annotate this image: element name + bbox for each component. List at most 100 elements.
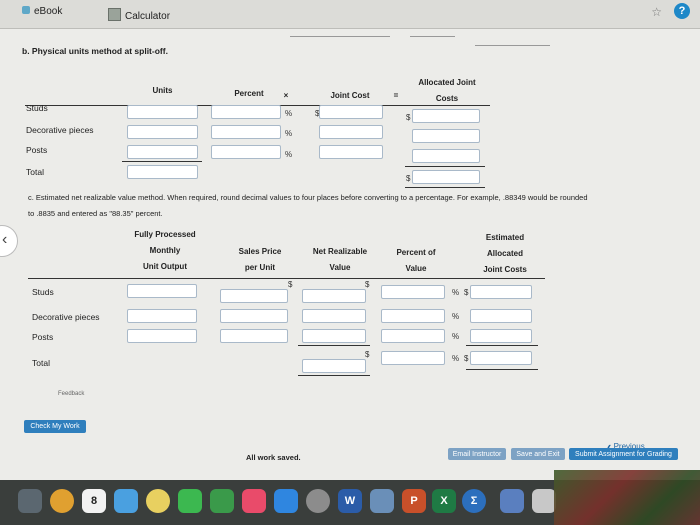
estimated-decorative-input[interactable] xyxy=(470,309,532,323)
joint-cost-decorative-input[interactable] xyxy=(319,125,383,139)
output-decorative-input[interactable] xyxy=(127,309,197,323)
nrv-posts-input[interactable] xyxy=(302,329,366,343)
browser-toolbar: eBook Calculator ☆ ? xyxy=(0,0,700,29)
powerpoint-letter: P xyxy=(410,495,418,507)
header-units: Units xyxy=(152,86,173,95)
allocated-total-double-underline xyxy=(405,187,485,188)
facetime-icon[interactable] xyxy=(210,489,234,513)
units-decorative-input[interactable] xyxy=(127,125,198,139)
nrv-subtotal-line xyxy=(298,345,370,346)
header-estimated-1: Estimated xyxy=(485,233,525,242)
header-percent-value-1: Percent of xyxy=(396,248,436,257)
pct-value-studs-input[interactable] xyxy=(381,285,445,299)
powerpoint-icon[interactable]: P xyxy=(402,489,426,513)
header-equals: = xyxy=(393,91,399,100)
dollar-symbol: $ xyxy=(464,288,469,297)
chrome-icon[interactable] xyxy=(50,489,74,513)
c-row-label-decorative: Decorative pieces xyxy=(32,312,100,322)
check-my-work-button[interactable]: Check My Work xyxy=(24,420,86,433)
price-posts-input[interactable] xyxy=(220,329,288,343)
calendar-icon[interactable]: 8 xyxy=(82,489,106,513)
sigma-symbol: Σ xyxy=(470,495,478,507)
percent-symbol: % xyxy=(452,312,460,321)
part-c-instruction-2: to .8835 and entered as "88.35" percent. xyxy=(28,209,163,218)
c-row-label-total: Total xyxy=(32,358,50,368)
nrv-decorative-input[interactable] xyxy=(302,309,366,323)
units-studs-input[interactable] xyxy=(127,105,198,119)
output-posts-input[interactable] xyxy=(127,329,197,343)
trash-icon[interactable] xyxy=(532,489,556,513)
pct-value-total-input[interactable] xyxy=(381,351,445,365)
launchpad-icon[interactable] xyxy=(18,489,42,513)
header-estimated-3: Joint Costs xyxy=(483,265,527,274)
allocated-studs-input[interactable] xyxy=(412,109,480,123)
percent-symbol: % xyxy=(452,332,460,341)
allocated-decorative-input[interactable] xyxy=(412,129,480,143)
messages-icon[interactable] xyxy=(178,489,202,513)
previous-question-tab[interactable]: ‹ xyxy=(0,225,18,257)
allocated-total-input[interactable] xyxy=(412,170,480,184)
nrv-studs-input[interactable] xyxy=(302,289,366,303)
ebook-icon xyxy=(22,6,30,14)
dollar-symbol: $ xyxy=(464,354,469,363)
joint-cost-posts-input[interactable] xyxy=(319,145,383,159)
percent-decorative-input[interactable] xyxy=(211,125,281,139)
browser-window: eBook Calculator ☆ ? b. Physical units m… xyxy=(0,0,700,525)
finder-icon[interactable] xyxy=(114,489,138,513)
save-and-exit-button[interactable]: Save and Exit xyxy=(511,448,565,460)
allocated-subtotal-line xyxy=(405,166,485,167)
assignment-content: b. Physical units method at split-off. U… xyxy=(0,29,700,480)
dollar-symbol: $ xyxy=(288,280,293,289)
tab-calculator-label: Calculator xyxy=(125,11,171,22)
music-icon[interactable] xyxy=(242,489,266,513)
excel-icon[interactable]: X xyxy=(432,489,456,513)
c-row-label-studs: Studs xyxy=(32,287,54,297)
percent-symbol: % xyxy=(452,288,460,297)
tab-calculator[interactable]: Calculator xyxy=(108,8,170,22)
allocated-posts-input[interactable] xyxy=(412,149,480,163)
feedback-label[interactable]: Feedback xyxy=(58,391,84,397)
desk-photo-overlay xyxy=(554,470,700,525)
percent-studs-input[interactable] xyxy=(211,105,281,119)
tab-ebook[interactable]: eBook xyxy=(22,6,62,17)
photos-icon[interactable] xyxy=(146,489,170,513)
joint-cost-studs-input[interactable] xyxy=(319,105,383,119)
tab-ebook-label: eBook xyxy=(34,6,63,17)
equation-icon[interactable]: Σ xyxy=(462,489,486,513)
calculator-app-icon[interactable] xyxy=(500,489,524,513)
price-studs-input[interactable] xyxy=(220,289,288,303)
header-sales-price-2: per Unit xyxy=(244,263,276,272)
estimated-posts-input[interactable] xyxy=(470,329,532,343)
help-icon[interactable]: ? xyxy=(674,3,690,19)
row-label-posts: Posts xyxy=(26,145,48,155)
price-decorative-input[interactable] xyxy=(220,309,288,323)
bookmark-star-icon[interactable]: ☆ xyxy=(651,5,662,19)
units-total-input[interactable] xyxy=(127,165,198,179)
submit-assignment-button[interactable]: Submit Assignment for Grading xyxy=(569,448,678,460)
settings-icon[interactable] xyxy=(306,489,330,513)
email-instructor-button[interactable]: Email Instructor xyxy=(448,448,506,460)
header-estimated-2: Allocated xyxy=(486,249,523,258)
nrv-total-input[interactable] xyxy=(302,359,366,373)
estimated-studs-input[interactable] xyxy=(470,285,532,299)
word-icon[interactable]: W xyxy=(338,489,362,513)
header-percent-value-2: Value xyxy=(405,264,427,273)
output-studs-input[interactable] xyxy=(127,284,197,298)
excel-letter: X xyxy=(440,495,448,507)
appstore-icon[interactable] xyxy=(274,489,298,513)
divider xyxy=(290,36,390,37)
pct-value-decorative-input[interactable] xyxy=(381,309,445,323)
word-letter: W xyxy=(344,495,356,507)
units-posts-input[interactable] xyxy=(127,145,198,159)
preview-icon[interactable] xyxy=(370,489,394,513)
pct-value-posts-input[interactable] xyxy=(381,329,445,343)
header-times: × xyxy=(283,91,289,100)
percent-symbol: % xyxy=(285,150,293,159)
part-b-title: b. Physical units method at split-off. xyxy=(22,46,168,56)
divider xyxy=(475,45,550,46)
estimated-total-input[interactable] xyxy=(470,351,532,365)
header-allocated-2: Costs xyxy=(435,94,459,103)
part-c-instruction: c. Estimated net realizable value method… xyxy=(28,193,588,202)
dollar-symbol: $ xyxy=(406,174,411,183)
percent-posts-input[interactable] xyxy=(211,145,281,159)
